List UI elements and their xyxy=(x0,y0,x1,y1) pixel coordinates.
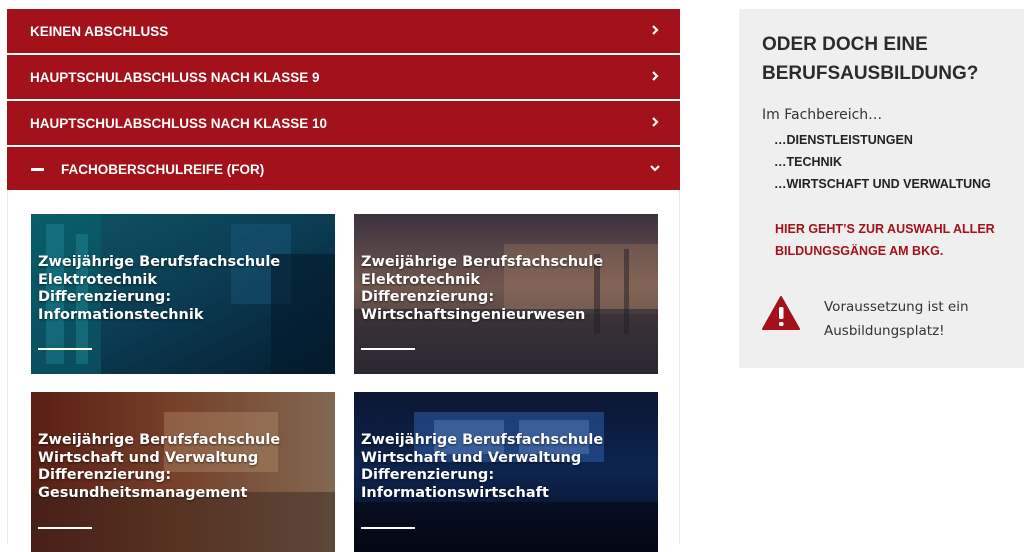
chevron-down-icon xyxy=(650,165,660,172)
accordion-item-fachoberschulreife[interactable]: FACHOBERSCHULREIFE (FOR) xyxy=(7,147,680,191)
card-title: Zweijährige Berufsfachschule Elektrotech… xyxy=(361,254,604,323)
prerequisite-note: Voraussetzung ist ein Ausbildungsplatz! xyxy=(824,299,969,339)
sidebar-intro: Im Fachbereich… xyxy=(762,107,883,123)
course-card-gesundheitsmanagement[interactable]: Zweijährige Berufsfachschule Wirtschaft … xyxy=(31,392,335,552)
chevron-right-icon xyxy=(652,71,659,81)
accordion-item-hauptschulabschluss-10[interactable]: HAUPTSCHULABSCHLUSS NACH KLASSE 10 xyxy=(7,101,680,145)
chevron-right-icon xyxy=(652,25,659,35)
all-programs-link[interactable]: HIER GEHT’S ZUR AUSWAHL ALLER BILDUNGSGÄ… xyxy=(775,218,1015,262)
course-card-wirtschaftsingenieurwesen[interactable]: Zweijährige Berufsfachschule Elektrotech… xyxy=(354,214,658,374)
minus-icon xyxy=(31,167,44,171)
accordion-label: HAUPTSCHULABSCHLUSS NACH KLASSE 9 xyxy=(30,69,320,85)
category-link-technik[interactable]: …TECHNIK xyxy=(774,155,842,169)
course-card-informationswirtschaft[interactable]: Zweijährige Berufsfachschule Wirtschaft … xyxy=(354,392,658,552)
category-link-dienstleistungen[interactable]: …DIENSTLEISTUNGEN xyxy=(774,133,913,147)
card-divider xyxy=(38,527,92,529)
accordion-item-hauptschulabschluss-9[interactable]: HAUPTSCHULABSCHLUSS NACH KLASSE 9 xyxy=(7,55,680,99)
card-divider xyxy=(361,348,415,350)
accordion-label: FACHOBERSCHULREIFE (FOR) xyxy=(61,161,265,177)
card-divider xyxy=(361,527,415,529)
card-title: Zweijährige Berufsfachschule Wirtschaft … xyxy=(361,432,604,501)
sidebar-heading: ODER DOCH EINE BERUFSAUSBILDUNG? xyxy=(762,34,979,84)
card-divider xyxy=(38,348,92,350)
accordion-label: KEINEN ABSCHLUSS xyxy=(30,23,169,39)
accordion-item-keinen-abschluss[interactable]: KEINEN ABSCHLUSS xyxy=(7,9,680,53)
card-title: Zweijährige Berufsfachschule Elektrotech… xyxy=(38,254,281,323)
accordion-panel-fachoberschulreife: Zweijährige Berufsfachschule Elektrotech… xyxy=(7,190,680,552)
warning-triangle-icon xyxy=(762,296,800,330)
course-card-informationstechnik[interactable]: Zweijährige Berufsfachschule Elektrotech… xyxy=(31,214,335,374)
category-link-wirtschaft-verwaltung[interactable]: …WIRTSCHAFT UND VERWALTUNG xyxy=(774,177,991,191)
course-accordion: KEINEN ABSCHLUSS HAUPTSCHULABSCHLUSS NAC… xyxy=(7,9,680,552)
accordion-label: HAUPTSCHULABSCHLUSS NACH KLASSE 10 xyxy=(30,115,328,131)
apprenticeship-sidebar: ODER DOCH EINE BERUFSAUSBILDUNG? Im Fach… xyxy=(739,9,1024,368)
card-title: Zweijährige Berufsfachschule Wirtschaft … xyxy=(38,432,281,501)
chevron-right-icon xyxy=(652,117,659,127)
